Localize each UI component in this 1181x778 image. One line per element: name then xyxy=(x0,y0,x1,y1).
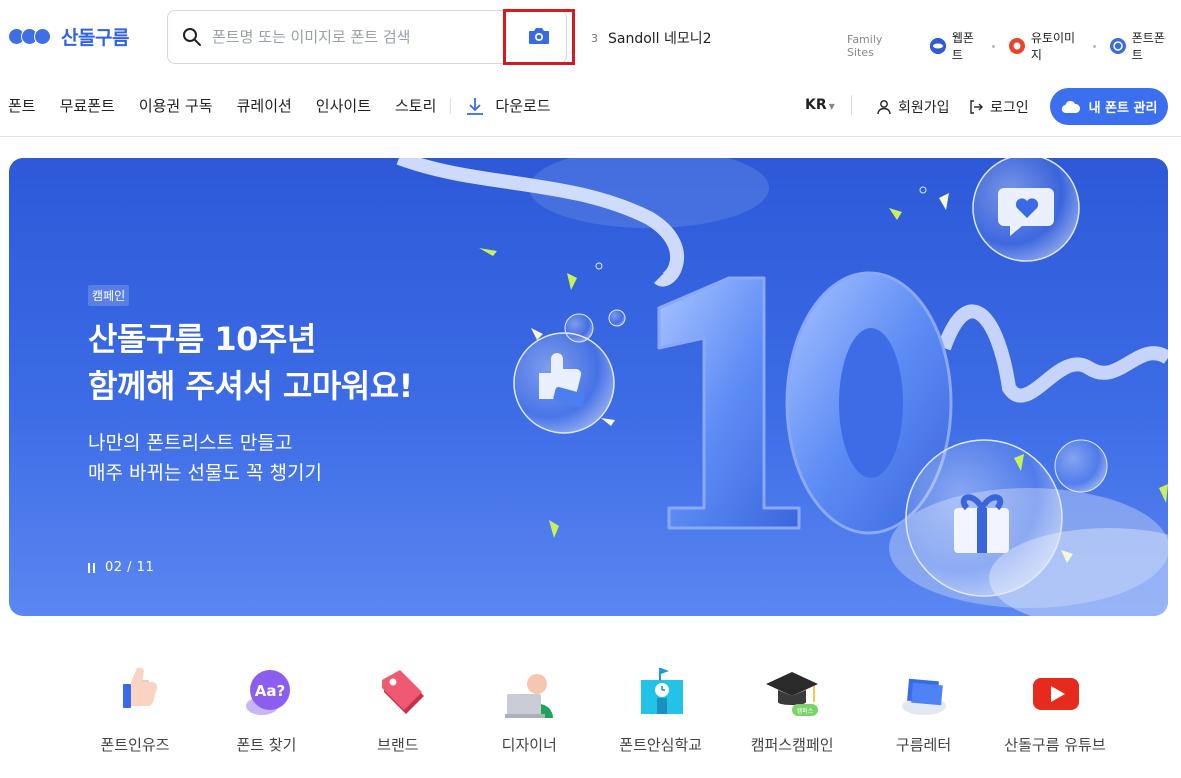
quick-link-font-in-use[interactable]: 폰트인유즈 xyxy=(80,662,190,755)
logo-text: 산돌구름 xyxy=(61,26,129,49)
webfont-icon xyxy=(929,38,946,54)
main-nav: 폰트 무료폰트 이용권 구독 큐레이션 인사이트 스토리 다운로드 xyxy=(8,95,551,116)
banner-subtitle-line: 매주 바뀌는 선물도 꼭 챙기기 xyxy=(88,462,322,484)
banner-title: 산돌구름 10주년 함께해 주셔서 고마워요! xyxy=(88,316,413,410)
banner-pager: 02 / 11 xyxy=(88,560,154,575)
divider-dot xyxy=(992,44,995,48)
family-sites-label: Family Sites xyxy=(847,33,883,59)
quick-link-label: 브랜드 xyxy=(377,736,419,754)
quick-link-find-font[interactable]: Aa? 폰트 찾기 xyxy=(211,662,321,755)
nav-item-subscription[interactable]: 이용권 구독 xyxy=(139,95,213,116)
quick-link-campus-campaign[interactable]: 캠퍼스 캠퍼스캠페인 xyxy=(737,662,847,755)
quick-link-label: 구름레터 xyxy=(895,736,952,754)
quick-link-label: 폰트인유즈 xyxy=(100,736,170,754)
nav-item-download[interactable]: 다운로드 xyxy=(465,95,551,116)
banner-title-line: 함께해 주셔서 고마워요! xyxy=(88,367,413,405)
quick-link-label: 디자이너 xyxy=(501,736,557,754)
designer-laptop-icon xyxy=(499,662,559,722)
my-fonts-label: 내 폰트 관리 xyxy=(1088,101,1158,116)
family-sites: Family Sites 웹폰트 유토이미지 폰트폰트 xyxy=(847,29,1181,63)
logo[interactable]: 산돌구름 xyxy=(8,22,129,50)
banner-subtitle: 나만의 폰트리스트 만들고 매주 바뀌는 선물도 꼭 챙기기 xyxy=(88,428,322,488)
trending-text: Sandoll 네모니2 xyxy=(608,31,712,47)
family-site-label: 웹폰트 xyxy=(951,31,974,62)
trending-keyword[interactable]: 3 Sandoll 네모니2 xyxy=(591,28,712,48)
camera-icon[interactable] xyxy=(527,26,551,46)
quick-link-brand[interactable]: 브랜드 xyxy=(343,662,453,755)
language-label: KR xyxy=(805,97,827,113)
school-clock-icon xyxy=(631,662,691,722)
caret-down-icon: ▼ xyxy=(828,102,835,111)
quick-link-newsletter[interactable]: 구름레터 xyxy=(869,662,979,755)
tag-icon xyxy=(368,662,428,722)
hero-banner[interactable]: 캠페인 산돌구름 10주년 함께해 주셔서 고마워요! 나만의 폰트리스트 만들… xyxy=(9,158,1168,616)
quick-links: 폰트인유즈 Aa? 폰트 찾기 브랜드 디자이너 폰트안심학교 캠퍼스 캠퍼스캠… xyxy=(80,662,1110,755)
speech-bubble-aa-icon: Aa? xyxy=(236,662,296,722)
header-divider xyxy=(851,95,852,115)
quick-link-label: 캠퍼스캠페인 xyxy=(750,736,834,754)
nav-divider xyxy=(450,97,452,114)
cloud-icon xyxy=(1061,100,1080,113)
cloud-logo-icon xyxy=(8,27,51,45)
search-input[interactable] xyxy=(212,28,502,46)
number-one-balloon xyxy=(657,276,801,530)
login-label: 로그인 xyxy=(990,100,1029,116)
trending-rank: 3 xyxy=(591,31,598,45)
graduation-cap-icon: 캠퍼스 xyxy=(762,662,822,722)
family-site-label: 폰트폰트 xyxy=(1131,31,1165,62)
quick-link-label: 폰트 찾기 xyxy=(236,736,297,754)
campaign-badge: 캠페인 xyxy=(88,285,130,306)
download-label: 다운로드 xyxy=(495,97,551,115)
quick-link-label: 산돌구름 유튜브 xyxy=(1004,736,1106,754)
login-icon xyxy=(970,100,983,114)
pause-icon[interactable] xyxy=(88,562,95,573)
nav-item-fonts[interactable]: 폰트 xyxy=(8,95,36,116)
letter-cloud-icon xyxy=(894,662,954,722)
youtube-icon xyxy=(1025,662,1085,722)
banner-subtitle-line: 나만의 폰트리스트 만들고 xyxy=(88,432,293,454)
banner-page-count: 02 / 11 xyxy=(105,560,155,575)
thumbs-up-icon xyxy=(105,662,165,722)
search-icon xyxy=(182,27,202,47)
nav-item-story[interactable]: 스토리 xyxy=(395,95,436,116)
user-icon xyxy=(877,100,891,115)
family-site-fontfont[interactable]: 폰트폰트 xyxy=(1109,29,1175,63)
family-site-webfont[interactable]: 웹폰트 xyxy=(929,29,1003,63)
family-site-label: 유토이미지 xyxy=(1030,31,1076,62)
fontfont-icon xyxy=(1109,38,1126,54)
quick-link-youtube[interactable]: 산돌구름 유튜브 xyxy=(1000,662,1110,755)
login-link[interactable]: 로그인 xyxy=(968,97,1029,117)
quick-link-designer[interactable]: 디자이너 xyxy=(474,662,584,755)
quick-link-label: 폰트안심학교 xyxy=(619,736,703,754)
quick-link-font-school[interactable]: 폰트안심학교 xyxy=(606,662,716,755)
my-fonts-button[interactable]: 내 폰트 관리 xyxy=(1050,88,1168,125)
nav-item-curation[interactable]: 큐레이션 xyxy=(237,95,292,116)
divider-dot xyxy=(1092,44,1096,48)
utoimage-icon xyxy=(1008,38,1025,54)
nav-item-free-fonts[interactable]: 무료폰트 xyxy=(60,95,115,116)
nav-item-insight[interactable]: 인사이트 xyxy=(316,95,371,116)
signup-link[interactable]: 회원가입 xyxy=(876,97,950,117)
language-select[interactable]: KR ▼ xyxy=(805,97,835,113)
banner-title-line: 산돌구름 10주년 xyxy=(88,320,316,358)
header-divider-line xyxy=(0,136,1181,137)
family-site-utoimage[interactable]: 유토이미지 xyxy=(1008,29,1104,63)
download-icon xyxy=(467,97,484,115)
svg-text:캠퍼스: 캠퍼스 xyxy=(797,707,814,715)
signup-label: 회원가입 xyxy=(898,100,950,116)
svg-text:Aa?: Aa? xyxy=(255,682,285,700)
